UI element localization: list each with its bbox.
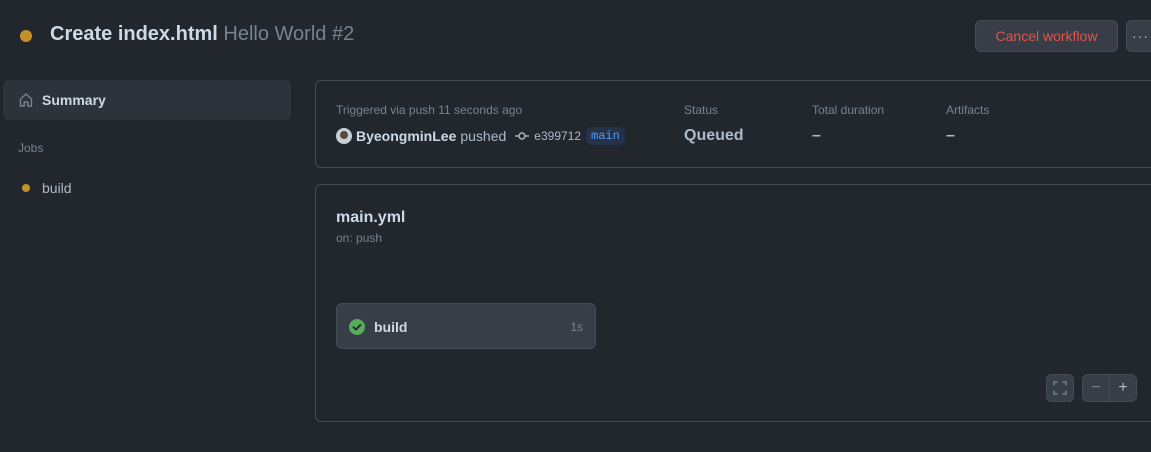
cancel-workflow-button[interactable]: Cancel workflow <box>975 20 1118 52</box>
commit-sha-link[interactable]: e399712 <box>534 129 581 143</box>
run-title: Create index.html <box>50 23 218 45</box>
fullscreen-icon <box>1053 381 1067 395</box>
jobs-heading: Jobs <box>18 141 44 155</box>
duration-label: Total duration <box>812 103 885 117</box>
page-title: Create index.html Hello World #2 <box>50 23 354 46</box>
duration-value: – <box>812 127 821 144</box>
status-label: Status <box>684 103 719 117</box>
actor-link[interactable]: ByeongminLee <box>356 128 456 144</box>
sidebar-item-summary[interactable]: Summary <box>3 80 291 120</box>
run-status-dot <box>20 30 32 42</box>
trigger-info: Triggered via push 11 seconds ago <box>336 103 523 117</box>
sidebar-item-build[interactable]: build <box>18 176 288 200</box>
workflow-run-header: Create index.html Hello World #2 Cancel … <box>0 0 1151 72</box>
run-summary-card: Triggered via push 11 seconds ago Byeong… <box>315 80 1151 168</box>
check-circle-icon <box>349 319 365 335</box>
more-options-button[interactable]: ··· <box>1126 20 1151 52</box>
sidebar-item-label: Summary <box>42 92 106 108</box>
avatar[interactable] <box>336 128 352 144</box>
run-subtitle: Hello World #2 <box>223 23 355 45</box>
workflow-trigger: on: push <box>336 231 383 245</box>
push-info: ByeongminLee pushed e399712 main <box>336 127 625 145</box>
branch-badge[interactable]: main <box>586 127 625 145</box>
workflow-graph: main.yml on: push build 1s − + <box>315 184 1151 422</box>
artifacts-label: Artifacts <box>946 103 990 117</box>
job-status-dot <box>22 184 30 192</box>
job-node-build[interactable]: build 1s <box>336 303 596 349</box>
git-commit-icon <box>515 132 530 140</box>
action-text: pushed <box>460 128 507 144</box>
fullscreen-button[interactable] <box>1046 374 1074 402</box>
status-value: Queued <box>684 127 744 144</box>
sidebar-job-label: build <box>42 180 72 196</box>
job-node-name: build <box>374 319 408 335</box>
job-node-duration: 1s <box>570 320 583 334</box>
artifacts-value: – <box>946 127 955 144</box>
workflow-file-name: main.yml <box>336 209 406 226</box>
zoom-out-button[interactable]: − <box>1082 374 1110 402</box>
zoom-in-button[interactable]: + <box>1109 374 1137 402</box>
home-icon <box>19 93 33 107</box>
